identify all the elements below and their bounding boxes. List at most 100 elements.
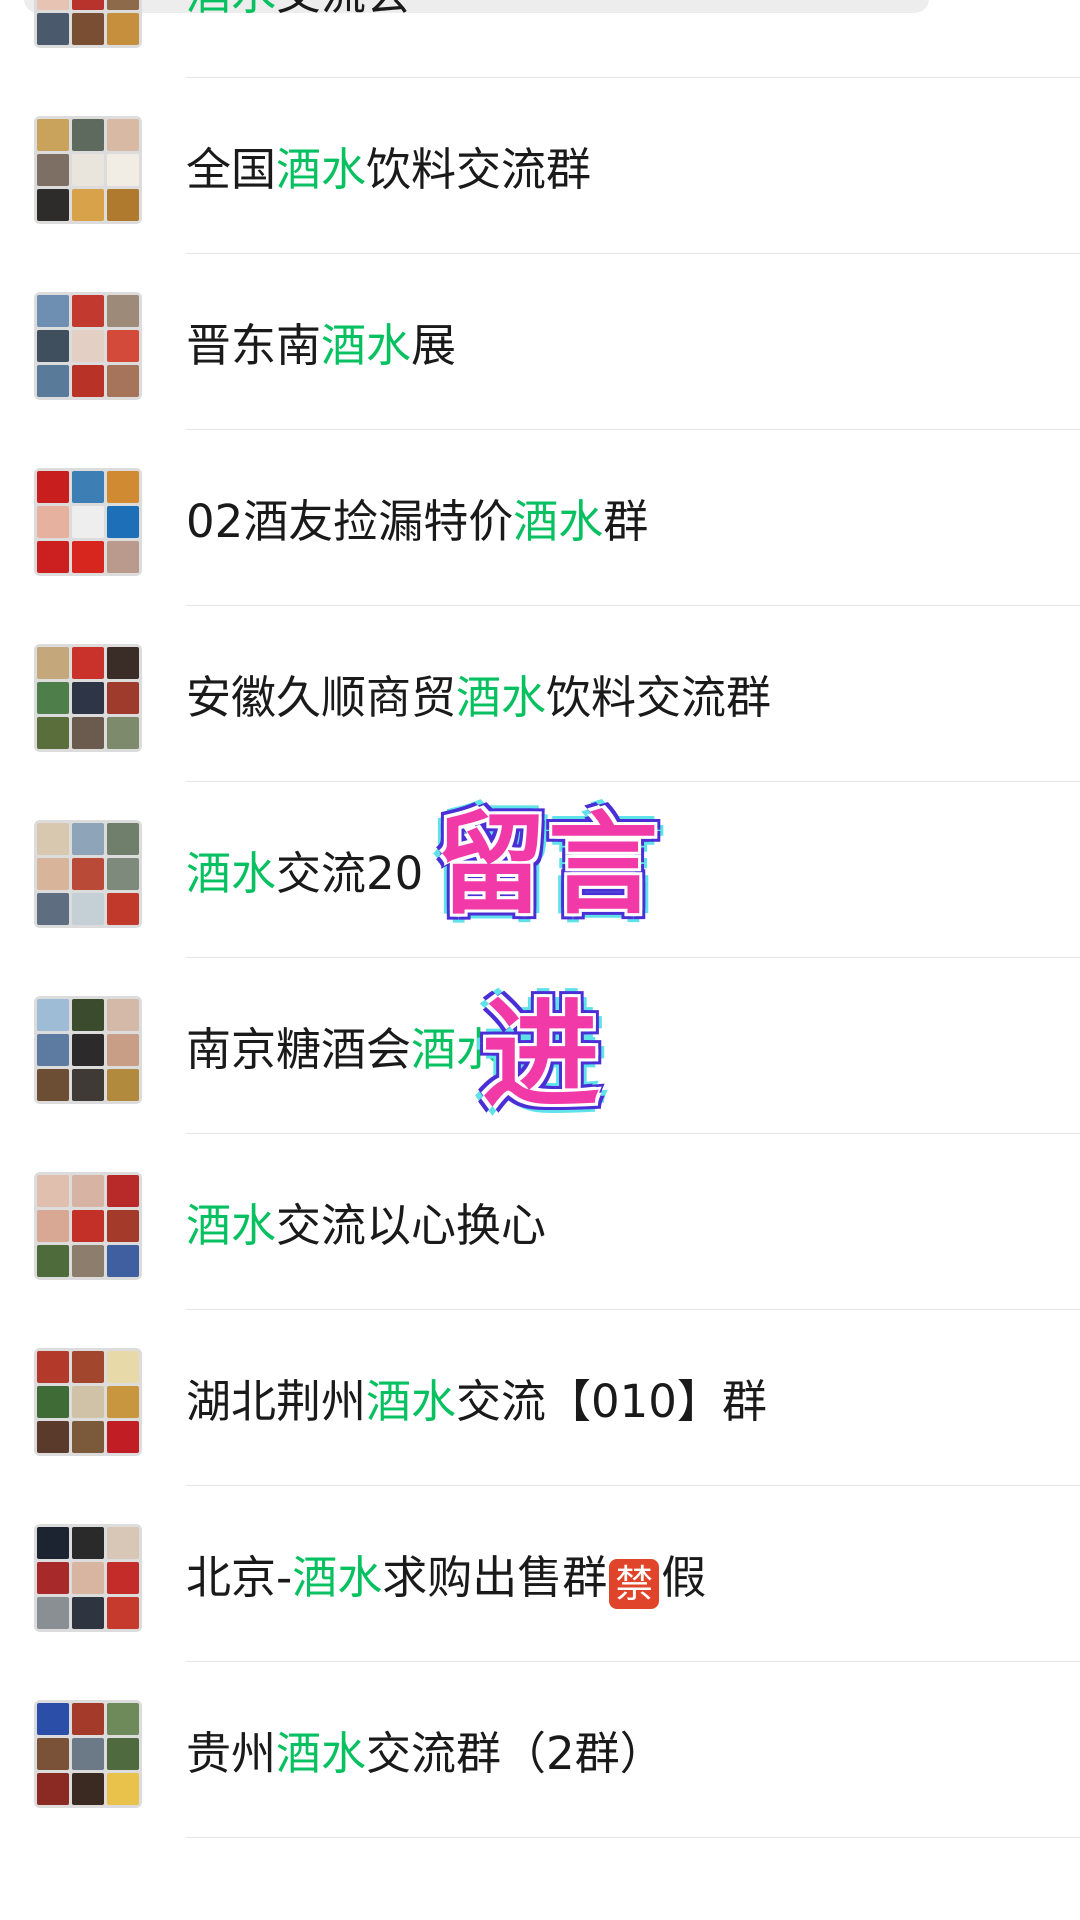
avatar-tile <box>72 858 104 890</box>
avatar-tile <box>72 1773 104 1805</box>
avatar-tile <box>37 1210 69 1242</box>
avatar-tile <box>37 682 69 714</box>
group-list-item[interactable]: 酒水交流以心换心 <box>0 1134 1080 1310</box>
avatar-tile <box>37 154 69 186</box>
avatar-tile <box>107 330 139 362</box>
avatar-tile <box>37 858 69 890</box>
avatar-tile <box>107 189 139 221</box>
avatar-tile <box>72 1245 104 1277</box>
group-name: 晋东南酒水展 <box>186 318 456 374</box>
search-keyword-highlight: 酒水 <box>276 143 367 196</box>
avatar-tile <box>37 1773 69 1805</box>
group-name-text: 全国 <box>186 143 277 196</box>
group-avatar <box>34 1700 142 1808</box>
group-name: 全国酒水饮料交流群 <box>186 142 591 198</box>
screen: 酒水交流会全国酒水饮料交流群晋东南酒水展02酒友捡漏特价酒水群安徽久顺商贸酒水饮… <box>0 0 1080 1920</box>
avatar-tile <box>37 647 69 679</box>
group-name-text: 02酒友捡漏特价 <box>186 495 514 548</box>
avatar-tile <box>72 13 104 45</box>
group-avatar <box>34 644 142 752</box>
group-name: 酒水交流20 <box>186 846 423 902</box>
avatar-tile <box>37 717 69 749</box>
group-list-item[interactable]: 02酒友捡漏特价酒水群 <box>0 430 1080 606</box>
avatar-tile <box>72 541 104 573</box>
avatar-tile <box>107 647 139 679</box>
sticker-text-jin: 进 <box>482 986 603 1124</box>
row-divider <box>186 1837 1080 1838</box>
group-list-item[interactable]: 北京-酒水求购出售群禁假 <box>0 1486 1080 1662</box>
group-list-item[interactable]: 全国酒水饮料交流群 <box>0 78 1080 254</box>
group-name-text: 晋东南 <box>186 319 322 372</box>
avatar-tile <box>107 1351 139 1383</box>
avatar-tile <box>72 365 104 397</box>
group-name-text: 假 <box>661 1551 707 1604</box>
group-avatar <box>34 468 142 576</box>
group-name-text: 交流以心换心 <box>276 1199 547 1252</box>
avatar-tile <box>107 541 139 573</box>
group-avatar <box>34 292 142 400</box>
group-list-item[interactable]: 贵州酒水交流群（2群） <box>0 1662 1080 1838</box>
avatar-tile <box>107 1386 139 1418</box>
avatar-tile <box>107 1597 139 1629</box>
avatar-tile <box>37 189 69 221</box>
avatar-tile <box>107 1738 139 1770</box>
avatar-tile <box>37 893 69 925</box>
group-list-item[interactable]: 晋东南酒水展 <box>0 254 1080 430</box>
avatar-tile <box>72 717 104 749</box>
group-name: 02酒友捡漏特价酒水群 <box>186 494 648 550</box>
avatar-tile <box>37 541 69 573</box>
avatar-tile <box>107 1175 139 1207</box>
search-keyword-highlight: 酒水 <box>276 1727 367 1780</box>
avatar-tile <box>72 330 104 362</box>
group-list-item[interactable]: 酒水交流会 <box>0 0 1080 78</box>
avatar-tile <box>37 1386 69 1418</box>
avatar-tile <box>37 999 69 1031</box>
group-name-text: 湖北荆州 <box>186 1375 367 1428</box>
group-avatar <box>34 1172 142 1280</box>
group-name-text: 求购出售群 <box>382 1551 608 1604</box>
avatar-tile <box>107 1069 139 1101</box>
avatar-tile <box>72 999 104 1031</box>
avatar-tile <box>107 13 139 45</box>
group-name: 酒水交流以心换心 <box>186 1198 546 1254</box>
avatar-tile <box>107 682 139 714</box>
avatar-tile <box>37 1034 69 1066</box>
avatar-tile <box>72 1421 104 1453</box>
group-name-text: 北京- <box>186 1551 293 1604</box>
group-name: 安徽久顺商贸酒水饮料交流群 <box>186 670 771 726</box>
group-name-text: 南京糖酒会 <box>186 1023 412 1076</box>
avatar-tile <box>107 823 139 855</box>
group-name-text: 群 <box>603 495 649 548</box>
group-name: 湖北荆州酒水交流【010】群 <box>186 1374 767 1430</box>
avatar-tile <box>37 295 69 327</box>
group-name-text: 饮料交流群 <box>366 143 592 196</box>
search-keyword-highlight: 酒水 <box>321 319 412 372</box>
group-name: 北京-酒水求购出售群禁假 <box>186 1550 706 1609</box>
search-keyword-highlight: 酒水 <box>513 495 604 548</box>
avatar-tile <box>37 0 69 10</box>
group-avatar <box>34 1524 142 1632</box>
group-list-item[interactable]: 安徽久顺商贸酒水饮料交流群 <box>0 606 1080 782</box>
avatar-tile <box>72 823 104 855</box>
avatar-tile <box>37 1351 69 1383</box>
avatar-tile <box>72 1527 104 1559</box>
avatar-tile <box>72 682 104 714</box>
avatar-tile <box>37 1738 69 1770</box>
avatar-tile <box>37 1421 69 1453</box>
avatar-tile <box>37 330 69 362</box>
avatar-tile <box>37 471 69 503</box>
avatar-tile <box>107 893 139 925</box>
avatar-tile <box>37 1069 69 1101</box>
avatar-tile <box>37 13 69 45</box>
avatar-tile <box>107 295 139 327</box>
avatar-tile <box>37 1245 69 1277</box>
group-name-text: 交流【010】群 <box>456 1375 767 1428</box>
avatar-tile <box>72 0 104 10</box>
avatar-tile <box>37 119 69 151</box>
avatar-tile <box>37 365 69 397</box>
avatar-tile <box>72 1597 104 1629</box>
avatar-tile <box>72 1069 104 1101</box>
group-avatar <box>34 996 142 1104</box>
avatar-tile <box>72 154 104 186</box>
group-list-item[interactable]: 湖北荆州酒水交流【010】群 <box>0 1310 1080 1486</box>
